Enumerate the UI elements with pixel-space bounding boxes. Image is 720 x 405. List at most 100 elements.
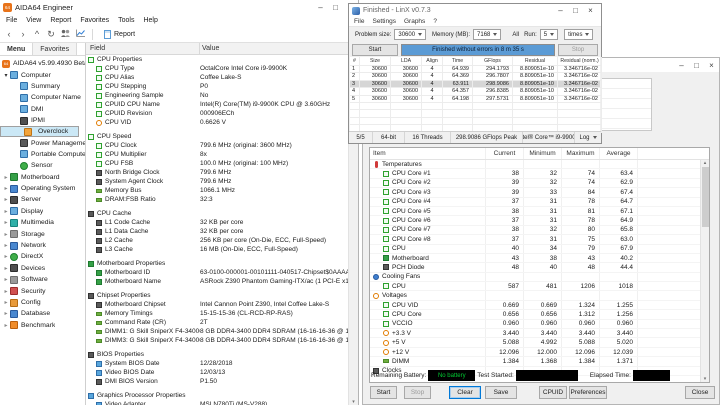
back-icon[interactable]: ‹ <box>4 30 14 39</box>
field-section-bios-properties[interactable]: BIOS Properties <box>86 350 348 359</box>
maximize-icon[interactable]: □ <box>568 4 583 17</box>
field-row-command-rate-cr[interactable]: Command Rate (CR)2T <box>86 318 348 327</box>
stability-preferences-button[interactable]: Preferences <box>569 386 607 399</box>
users-icon[interactable] <box>60 29 71 40</box>
refresh-icon[interactable]: ↻ <box>46 30 56 39</box>
sensor-row-cpu[interactable]: CPU58748112061018 <box>370 282 700 291</box>
sensor-column-item[interactable]: Item <box>370 148 486 159</box>
sensor-row-cpu-core-6[interactable]: CPU Core #637317864.9 <box>370 216 700 225</box>
sensor-row-cpu-core-8[interactable]: CPU Core #837317563.0 <box>370 235 700 244</box>
field-column-header[interactable]: Field <box>86 43 200 54</box>
linx-table-row[interactable]: 43060030600464.357296.83858.809051e-103.… <box>350 88 600 95</box>
minimize-icon[interactable]: – <box>674 58 689 72</box>
tree-item-sensor[interactable]: Sensor <box>0 160 85 171</box>
tree-item-server[interactable]: ▸Server <box>0 194 85 205</box>
linx-menu-item-[interactable]: ? <box>433 18 437 25</box>
field-row-l1-data-cache[interactable]: L1 Data Cache32 KB per core <box>86 227 348 236</box>
expand-icon[interactable]: ▸ <box>2 253 10 260</box>
field-row-system-agent-clock[interactable]: System Agent Clock799.6 MHz <box>86 177 348 186</box>
linx-column-residual-norm[interactable]: Residual (norm.) <box>558 57 602 66</box>
tree-item-display[interactable]: ▸Display <box>0 206 85 217</box>
linx-column-align[interactable]: Align <box>422 57 443 66</box>
sensor-row-cpu-core[interactable]: CPU Core0.6560.6561.3121.256 <box>370 310 700 319</box>
field-row-system-bios-date[interactable]: System BIOS Date12/28/2018 <box>86 359 348 368</box>
field-row-cpuid-revision[interactable]: CPUID Revision000906ECh <box>86 109 348 118</box>
all-label[interactable]: All <box>512 32 519 38</box>
sensor-row-5-v[interactable]: +5 V5.0884.9925.0885.020 <box>370 338 700 347</box>
tree-item-devices[interactable]: ▸Devices <box>0 263 85 274</box>
sensor-column-average[interactable]: Average <box>600 148 638 159</box>
tree-item-operating-system[interactable]: ▸Operating System <box>0 183 85 194</box>
value-column-header[interactable]: Value <box>200 45 219 52</box>
linx-table-row[interactable]: 13060030600464.939294.17938.809051e-103.… <box>350 66 600 73</box>
sensor-row-cpu-core-4[interactable]: CPU Core #437317864.7 <box>370 198 700 207</box>
sensor-row-vccio[interactable]: VCCIO0.9600.9600.9600.960 <box>370 320 700 329</box>
tree-item-software[interactable]: ▸Software <box>0 274 85 285</box>
sensor-row-dimm[interactable]: DIMM1.3841.3681.3841.371 <box>370 357 700 366</box>
expand-icon[interactable]: ▸ <box>2 265 10 272</box>
expand-icon[interactable]: ▸ <box>2 310 10 317</box>
tree-item-motherboard[interactable]: ▸Motherboard <box>0 172 85 183</box>
field-row-dimm1-g-skill-sniperx-f4-3400c16-8g[interactable]: DIMM1: G Skill SniperX F4-3400C16-8G...8… <box>86 327 348 336</box>
memory-select[interactable]: 7168 <box>473 29 501 40</box>
field-row-cpu-stepping[interactable]: CPU SteppingP0 <box>86 82 348 91</box>
sensor-row-cpu-core-3[interactable]: CPU Core #339338467.4 <box>370 188 700 197</box>
sensor-row-pch-diode[interactable]: PCH Diode48404844.4 <box>370 263 700 272</box>
field-row-cpu-vid[interactable]: CPU VID0.6626 V <box>86 118 348 127</box>
field-row-memory-timings[interactable]: Memory Timings15-15-15-36 (CL-RCD-RP-RAS… <box>86 309 348 318</box>
close-icon[interactable]: × <box>583 4 598 17</box>
tree-item-power-management[interactable]: Power Management <box>0 137 85 148</box>
field-row-cpuid-cpu-name[interactable]: CPUID CPU NameIntel(R) Core(TM) i9-9900K… <box>86 100 348 109</box>
linx-menu-item-graphs[interactable]: Graphs <box>404 18 425 25</box>
linx-column-gflops[interactable]: GFlops <box>473 57 513 66</box>
scrollbar-thumb[interactable] <box>702 167 709 227</box>
linx-column-size[interactable]: Size <box>360 57 391 66</box>
field-section-chipset-properties[interactable]: Chipset Properties <box>86 291 348 300</box>
field-row-cpu-type[interactable]: CPU TypeOctalCore Intel Core i9-9900K <box>86 64 348 73</box>
tree-item-security[interactable]: ▸Security <box>0 285 85 296</box>
expand-icon[interactable]: ▸ <box>2 299 10 306</box>
field-row-cpu-fsb[interactable]: CPU FSB100.0 MHz (original: 100 MHz) <box>86 159 348 168</box>
tree-item-directx[interactable]: ▸DirectX <box>0 251 85 262</box>
sensor-row-3-3-v[interactable]: +3.3 V3.4403.4403.4403.440 <box>370 329 700 338</box>
tree-item-multimedia[interactable]: ▸Multimedia <box>0 217 85 228</box>
linx-table-row[interactable]: 23060030600464.369296.78078.809051e-103.… <box>350 73 600 80</box>
close-icon[interactable]: × <box>704 58 719 72</box>
problem-size-select[interactable]: 30600 <box>394 29 426 40</box>
minimize-icon[interactable]: – <box>553 4 568 17</box>
sensor-row-12-v[interactable]: +12 V12.09612.00012.09612.039 <box>370 348 700 357</box>
expand-icon[interactable]: ▸ <box>2 322 10 329</box>
linx-table-row[interactable]: 53060030600464.198297.57318.809051e-103.… <box>350 96 600 103</box>
sensor-row-cpu[interactable]: CPU40347967.9 <box>370 245 700 254</box>
field-section-cpu-properties[interactable]: CPU Properties <box>86 55 348 64</box>
sensor-column-minimum[interactable]: Minimum <box>524 148 562 159</box>
field-row-cpu-alias[interactable]: CPU AliasCoffee Lake-S <box>86 73 348 82</box>
tree-item-summary[interactable]: Summary <box>0 81 85 92</box>
field-row-motherboard-id[interactable]: Motherboard ID63-0100-000001-00101111-04… <box>86 268 348 277</box>
sensor-row-cpu-core-7[interactable]: CPU Core #738328065.8 <box>370 226 700 235</box>
linx-column-[interactable]: # <box>350 57 360 66</box>
collapse-icon[interactable]: ▾ <box>2 72 10 79</box>
linx-column-lda[interactable]: LDA <box>391 57 422 66</box>
sidebar-tab-favorites[interactable]: Favorites <box>33 43 77 55</box>
expand-icon[interactable]: ▸ <box>2 276 10 283</box>
field-section-cpu-cache[interactable]: CPU Cache <box>86 209 348 218</box>
stability-cpuid-button[interactable]: CPUID <box>539 386 567 399</box>
scroll-up-icon[interactable]: ▴ <box>704 160 707 166</box>
run-unit-select[interactable]: times <box>564 29 593 40</box>
report-button[interactable]: Report <box>99 29 140 40</box>
maximize-icon[interactable]: □ <box>328 0 343 14</box>
sensor-column-current[interactable]: Current <box>486 148 524 159</box>
tree-item-config[interactable]: ▸Config <box>0 297 85 308</box>
expand-icon[interactable]: ▸ <box>2 174 10 181</box>
sensor-row-cpu-core-1[interactable]: CPU Core #138327463.4 <box>370 169 700 178</box>
field-section-cpu-speed[interactable]: CPU Speed <box>86 132 348 141</box>
sensor-group-cooling-fans[interactable]: Cooling Fans <box>370 273 700 282</box>
up-icon[interactable]: ^ <box>32 30 42 39</box>
tree-item-overclock[interactable]: Overclock <box>0 126 79 137</box>
status-log[interactable]: Log <box>575 132 601 143</box>
tree-item-portable-computer[interactable]: Portable Computer <box>0 149 85 160</box>
stability-close-button[interactable]: Close <box>685 386 715 399</box>
field-row-dimm3-g-skill-sniperx-f4-3400c16-8g[interactable]: DIMM3: G Skill SniperX F4-3400C16-8G...8… <box>86 336 348 345</box>
field-row-cpu-clock[interactable]: CPU Clock799.6 MHz (original: 3600 MHz) <box>86 141 348 150</box>
